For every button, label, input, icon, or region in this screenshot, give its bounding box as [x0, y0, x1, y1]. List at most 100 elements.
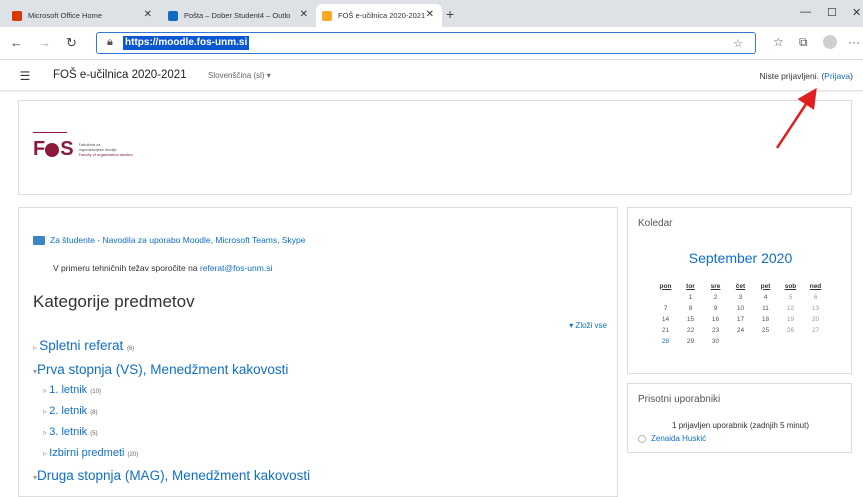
calendar-day[interactable]: 12: [778, 303, 803, 314]
collections-icon[interactable]: ⧉: [799, 35, 808, 50]
more-icon[interactable]: ···: [848, 35, 860, 49]
calendar-day[interactable]: 26: [778, 325, 803, 336]
subcategory-item[interactable]: ▹ 2. letnik (8): [43, 405, 98, 417]
calendar-day: [753, 336, 778, 347]
user-name[interactable]: Zenaida Huskić: [651, 434, 706, 443]
calendar-day[interactable]: 27: [803, 325, 828, 336]
category-item[interactable]: ▾Prva stopnja (VS), Menedžment kakovosti: [33, 362, 288, 377]
refresh-icon[interactable]: ↻: [66, 35, 77, 51]
calendar-day[interactable]: 3: [728, 292, 753, 303]
login-close-paren: ): [850, 71, 853, 81]
maximize-icon[interactable]: ☐: [827, 6, 837, 19]
url-field[interactable]: 🔒︎ https://moodle.fos-unm.si ☆: [96, 32, 756, 54]
calendar-day[interactable]: 5: [778, 292, 803, 303]
calendar-block: Koledar September 2020 pon tor sre čet pet so…: [627, 207, 852, 374]
calendar-day[interactable]: 11: [753, 303, 778, 314]
online-users-block: Prisotni uporabniki 1 prijavljen uporabn…: [627, 383, 852, 453]
favorite-star-icon[interactable]: ☆: [733, 37, 743, 50]
page-header: FS Fakulteta za organizacijske študije F…: [18, 100, 852, 195]
subcategory-item[interactable]: ▹ 1. letnik (10): [43, 384, 101, 396]
login-status: Niste prijavljeni. (Prijava): [759, 71, 853, 81]
tab-office-home[interactable]: Microsoft Office Home ✕: [6, 4, 160, 27]
favorites-icon[interactable]: ☆: [773, 35, 784, 49]
categories-heading: Kategorije predmetov: [33, 292, 195, 311]
online-users-title: Prisotni uporabniki: [638, 394, 721, 405]
office-icon: [12, 10, 22, 21]
close-icon[interactable]: ✕: [300, 9, 308, 20]
calendar-day[interactable]: 1: [678, 292, 703, 303]
calendar-grid: pon tor sre čet pet sob ned 1 2 3 4 5 6 7 8 9 10 11 12 13 1…: [653, 280, 828, 347]
category-label[interactable]: 3. letnik: [49, 426, 87, 438]
calendar-day[interactable]: 4: [753, 292, 778, 303]
category-label[interactable]: Druga stopnja (MAG), Menedžment kakovost…: [37, 468, 310, 483]
minimize-icon[interactable]: —: [800, 6, 811, 18]
tab-label: Pošta – Dober Student4 – Outlo: [184, 11, 291, 20]
category-label[interactable]: Spletni referat: [39, 338, 123, 353]
new-tab-button[interactable]: +: [446, 6, 454, 22]
calendar-weekday: tor: [686, 282, 695, 290]
calendar-day[interactable]: 23: [703, 325, 728, 336]
student-guide-link[interactable]: Za študente - Navodila za uporabo Moodle…: [50, 235, 305, 245]
category-count: (5): [90, 431, 98, 437]
close-icon[interactable]: ✕: [426, 9, 434, 20]
calendar-day[interactable]: 30: [703, 336, 728, 347]
site-title[interactable]: FOŠ e-učilnica 2020-2021: [53, 69, 187, 81]
fos-logo[interactable]: FS Fakulteta za organizacijske študije F…: [33, 138, 133, 161]
profile-avatar[interactable]: [823, 35, 837, 49]
calendar-day[interactable]: 9: [703, 303, 728, 314]
calendar-weekday: čet: [735, 282, 746, 290]
calendar-day[interactable]: 21: [653, 325, 678, 336]
calendar-day[interactable]: 15: [678, 314, 703, 325]
calendar-day[interactable]: 17: [728, 314, 753, 325]
online-user[interactable]: Zenaida Huskić: [638, 434, 706, 443]
calendar-day[interactable]: 22: [678, 325, 703, 336]
category-count: (8): [90, 410, 98, 416]
support-email-link[interactable]: referat@fos-unm.si: [200, 263, 272, 273]
category-item[interactable]: ▹ Spletni referat (6): [33, 338, 134, 353]
outlook-icon: [168, 10, 178, 21]
main-content: Za študente - Navodila za uporabo Moodle…: [18, 207, 618, 497]
calendar-day[interactable]: 25: [753, 325, 778, 336]
category-item[interactable]: ▾Druga stopnja (MAG), Menedžment kakovos…: [33, 468, 310, 483]
calendar-day[interactable]: 16: [703, 314, 728, 325]
login-link[interactable]: Prijava: [824, 71, 850, 81]
category-label[interactable]: 2. letnik: [49, 405, 87, 417]
category-label[interactable]: Izbirni predmeti: [49, 447, 124, 459]
logo-mark-icon: FS: [33, 138, 74, 160]
address-toolbar: ← → ↻ 🔒︎ https://moodle.fos-unm.si ☆ ☆ ⧉…: [0, 27, 863, 60]
url-text[interactable]: https://moodle.fos-unm.si: [123, 36, 250, 50]
calendar-day[interactable]: 28: [653, 336, 678, 347]
subcategory-item[interactable]: ▹ Izbirni predmeti (20): [43, 447, 138, 459]
close-icon[interactable]: ✕: [144, 9, 152, 20]
lock-icon: 🔒︎: [107, 36, 113, 48]
logo-divider: [33, 132, 67, 133]
calendar-day[interactable]: 18: [753, 314, 778, 325]
calendar-day[interactable]: 24: [728, 325, 753, 336]
calendar-weekday: sre: [710, 282, 721, 290]
calendar-day[interactable]: 29: [678, 336, 703, 347]
moodle-icon: [322, 10, 332, 21]
calendar-day[interactable]: 20: [803, 314, 828, 325]
subcategory-item[interactable]: ▹ 3. letnik (5): [43, 426, 98, 438]
close-window-icon[interactable]: ✕: [852, 6, 861, 19]
calendar-day[interactable]: 8: [678, 303, 703, 314]
calendar-day[interactable]: 19: [778, 314, 803, 325]
menu-hamburger-icon[interactable]: ☰: [14, 68, 36, 84]
calendar-month[interactable]: September 2020: [628, 250, 853, 266]
collapse-all-link[interactable]: ▾ Zloži vse: [569, 321, 607, 330]
calendar-day[interactable]: 7: [653, 303, 678, 314]
calendar-day[interactable]: 10: [728, 303, 753, 314]
calendar-day[interactable]: 14: [653, 314, 678, 325]
category-label[interactable]: 1. letnik: [49, 384, 87, 396]
not-logged-text: Niste prijavljeni. (: [759, 71, 825, 81]
tab-outlook[interactable]: Pošta – Dober Student4 – Outlo ✕: [162, 4, 316, 27]
forward-icon[interactable]: →: [38, 35, 51, 50]
calendar-day[interactable]: 2: [703, 292, 728, 303]
calendar-day: [653, 292, 678, 303]
calendar-day[interactable]: 13: [803, 303, 828, 314]
back-icon[interactable]: ←: [10, 35, 23, 50]
calendar-day[interactable]: 6: [803, 292, 828, 303]
language-selector[interactable]: Slovenščina (sl) ▾: [208, 71, 271, 80]
tab-foś-eucilnica[interactable]: FOŠ e-učilnica 2020-2021 ✕: [316, 4, 442, 27]
category-label[interactable]: Prva stopnja (VS), Menedžment kakovosti: [37, 362, 288, 377]
